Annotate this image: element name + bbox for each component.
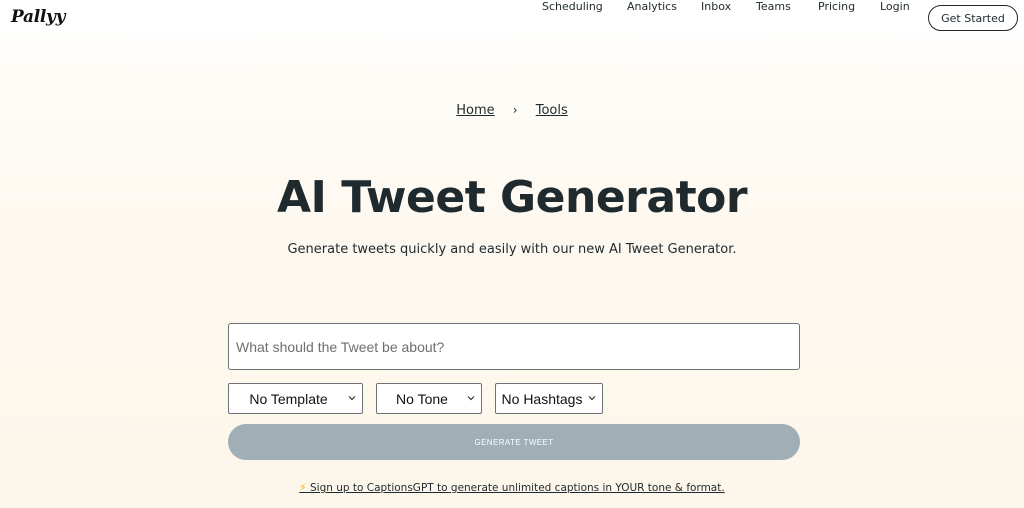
top-nav: Pallyy Scheduling Analytics Inbox Teams … [0, 0, 1024, 36]
breadcrumb: Home › Tools [0, 103, 1024, 118]
nav-link-analytics[interactable]: Analytics [627, 0, 677, 13]
nav-link-pricing[interactable]: Pricing [818, 0, 855, 13]
breadcrumb-home-link[interactable]: Home [456, 103, 494, 118]
breadcrumb-tools-link[interactable]: Tools [536, 103, 568, 118]
template-select-value: No Template [249, 390, 328, 407]
tone-select[interactable]: No Tone [376, 383, 482, 414]
get-started-button[interactable]: Get Started [928, 5, 1018, 31]
nav-link-inbox[interactable]: Inbox [701, 0, 731, 13]
page-title: AI Tweet Generator [276, 172, 748, 223]
chevron-down-icon [348, 396, 356, 401]
nav-link-teams[interactable]: Teams [756, 0, 791, 13]
chevron-down-icon [467, 396, 475, 401]
chevron-down-icon [588, 396, 596, 401]
pallyy-logo[interactable]: Pallyy [11, 7, 66, 27]
hashtags-select[interactable]: No Hashtags [495, 383, 603, 414]
nav-link-login[interactable]: Login [880, 0, 910, 13]
chevron-right-icon: › [512, 103, 518, 117]
nav-link-scheduling[interactable]: Scheduling [542, 0, 603, 13]
page-subtitle: Generate tweets quickly and easily with … [287, 242, 737, 257]
tone-select-value: No Tone [396, 390, 448, 407]
template-select[interactable]: No Template [228, 383, 363, 414]
lightning-bolt-icon: ⚡ [299, 482, 307, 494]
generate-tweet-button[interactable]: GENERATE TWEET [228, 424, 800, 460]
hashtags-select-value: No Hashtags [501, 390, 583, 407]
captionsgpt-signup-link[interactable]: ⚡ Sign up to CaptionsGPT to generate unl… [299, 482, 724, 494]
tweet-topic-input[interactable] [228, 323, 800, 370]
promo-text: Sign up to CaptionsGPT to generate unlim… [310, 482, 725, 494]
captionsgpt-promo: ⚡ Sign up to CaptionsGPT to generate unl… [0, 482, 1024, 494]
